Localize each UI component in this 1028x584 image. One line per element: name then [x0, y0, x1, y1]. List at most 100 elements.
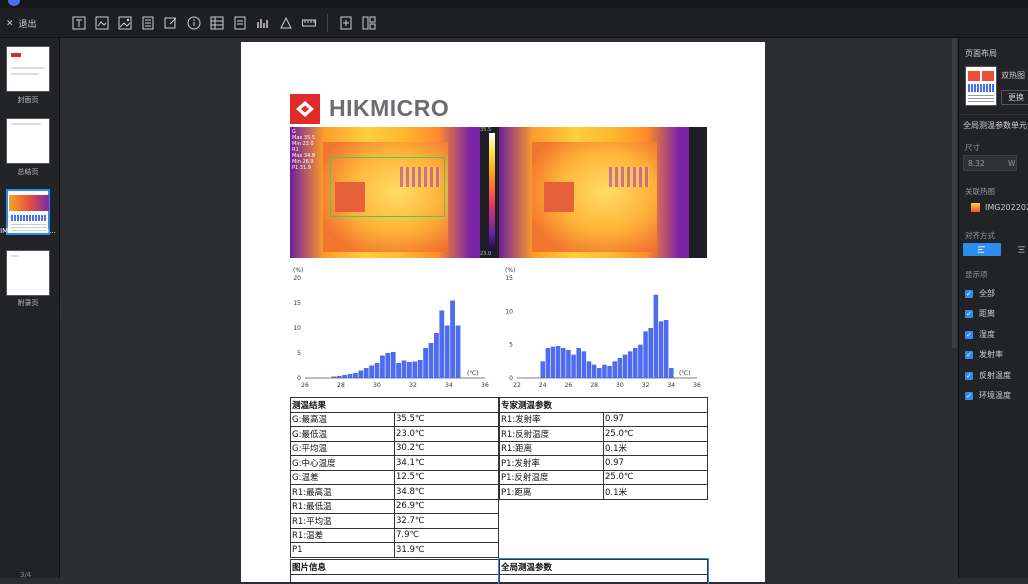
align-center-button[interactable] — [1015, 243, 1028, 256]
check-icon: ✓ — [965, 391, 973, 400]
global-unit-title: 全局测温参数单元 — [963, 121, 1027, 130]
info-icon[interactable] — [185, 14, 203, 32]
histogram-bar — [638, 344, 643, 378]
result-value: 34.1℃ — [394, 455, 499, 471]
divider — [959, 114, 1028, 115]
histogram-bar — [390, 352, 396, 378]
size-input[interactable]: 8.32 W — [963, 155, 1017, 171]
canvas-scrollbar[interactable] — [952, 38, 957, 348]
check-icon: ✓ — [965, 350, 973, 359]
option-all-checkbox[interactable]: ✓ 全部 — [965, 288, 995, 299]
page-thumbnail-panel: 封面页 总结页 IMG20220223... 附录页 3/4 — [0, 38, 60, 579]
histogram-bar — [566, 350, 571, 378]
linked-image-select[interactable]: IMG2022022 — [963, 200, 1028, 216]
list-icon[interactable] — [139, 14, 157, 32]
histogram-bar — [363, 368, 369, 378]
picture-icon[interactable] — [116, 14, 134, 32]
option-label: 发射率 — [979, 350, 1003, 359]
histogram-bar — [550, 346, 556, 378]
param-value: 0.1米 — [603, 440, 708, 456]
y-tick-label: 5 — [297, 350, 301, 357]
bar-chart-icon[interactable] — [254, 14, 272, 32]
thermal-image-2[interactable] — [499, 127, 689, 258]
page-thumbnail-appendix[interactable] — [6, 250, 50, 296]
result-label: G:最高温 — [290, 411, 395, 427]
change-layout-button[interactable]: 更换 — [1001, 90, 1028, 105]
x-tick-label: 30 — [616, 382, 624, 389]
text-tool-icon[interactable] — [70, 14, 88, 32]
add-page-icon[interactable] — [337, 14, 355, 32]
y-tick-label: 10 — [505, 308, 513, 315]
global-params-table[interactable]: 全局测温参数 — [498, 558, 709, 584]
scale-min-label: 23.0 — [480, 251, 492, 257]
results-table: 测温结果 G:最高温 35.5℃ G:最低温 23.0℃ G:平均温 30.2℃ G:… — [290, 397, 499, 558]
histogram-bar — [369, 365, 374, 378]
histogram-bar — [434, 333, 439, 378]
x-tick-label: 28 — [337, 382, 345, 389]
table-row: G:最低温 23.0℃ — [290, 426, 499, 442]
x-tick-label: 28 — [590, 382, 598, 389]
table-row: R1:最高温 34.8℃ — [290, 484, 499, 500]
toolbar-divider — [327, 14, 328, 32]
table-row: G:中心温度 34.1℃ — [290, 455, 499, 471]
option-humidity-checkbox[interactable]: ✓ 湿度 — [965, 329, 995, 340]
table-row: R1:最低温 26.9℃ — [290, 498, 499, 514]
overlay-line: P1 31.9 — [292, 165, 311, 171]
scale-bar-icon[interactable] — [300, 14, 318, 32]
param-label: P1:反射温度 — [499, 469, 604, 485]
histogram-bar — [353, 373, 358, 378]
image-frame-icon[interactable] — [93, 14, 111, 32]
option-distance-checkbox[interactable]: ✓ 距离 — [965, 308, 995, 319]
x-tick-label: 26 — [301, 382, 309, 389]
page-thumbnail-cover[interactable] — [6, 46, 50, 92]
triangle-icon[interactable] — [277, 14, 295, 32]
y-tick-label: 10 — [293, 325, 301, 332]
layout-preview[interactable] — [965, 66, 997, 106]
x-tick-label: 22 — [513, 382, 521, 389]
y-axis-unit: (%) — [505, 267, 515, 274]
histogram-bar — [342, 375, 347, 378]
result-label: R1:平均温 — [290, 513, 395, 529]
option-emissivity-checkbox[interactable]: ✓ 发射率 — [965, 349, 1003, 360]
x-axis-unit: (℃) — [679, 370, 690, 377]
option-ambient-temp-checkbox[interactable]: ✓ 环境温度 — [965, 390, 1011, 401]
histogram-bar — [347, 374, 353, 378]
x-tick-label: 32 — [642, 382, 650, 389]
result-label: G:平均温 — [290, 440, 395, 456]
check-icon: ✓ — [965, 309, 973, 318]
params-table-title: 专家测温参数 — [499, 397, 708, 413]
app-logo-icon — [8, 0, 20, 6]
layout-icon[interactable] — [360, 14, 378, 32]
table-row: P1 31.9℃ — [290, 542, 499, 558]
result-value: 34.8℃ — [394, 484, 499, 500]
page-label: 总结页 — [17, 168, 39, 176]
report-page: HIKMICRO G Max 35.5 Min 23.0 R1 Max 34.8… — [241, 42, 765, 584]
document-icon[interactable] — [231, 14, 249, 32]
page-thumbnail-summary[interactable] — [6, 118, 50, 164]
histogram-bar — [643, 331, 648, 378]
report-canvas: HIKMICRO G Max 35.5 Min 23.0 R1 Max 34.8… — [61, 38, 956, 584]
histogram-bar — [617, 358, 623, 378]
option-reflected-temp-checkbox[interactable]: ✓ 反射温度 — [965, 370, 1011, 381]
y-axis-unit: (%) — [293, 267, 303, 274]
option-label: 湿度 — [979, 330, 995, 339]
histogram-bar — [396, 363, 401, 378]
edit-icon[interactable] — [162, 14, 180, 32]
page-label: 附录页 — [17, 299, 39, 307]
linked-image-label: 关联热图 — [965, 187, 995, 196]
table-row: R1:平均温 32.7℃ — [290, 513, 499, 529]
table-icon[interactable] — [208, 14, 226, 32]
exit-button[interactable]: ✕ 退出 — [6, 17, 37, 31]
layout-title: 页面布局 — [965, 49, 997, 58]
linked-image-value: IMG2022022 — [985, 203, 1028, 212]
y-tick-label: 0 — [509, 375, 513, 382]
table-row: G:最高温 35.5℃ — [290, 411, 499, 427]
histogram-bar — [576, 348, 581, 378]
result-label: P1 — [290, 542, 395, 558]
align-left-button[interactable] — [963, 243, 1001, 256]
param-value: 0.97 — [603, 455, 708, 471]
table-row: P1:距离 0.1米 — [499, 484, 708, 500]
thermal-image-1[interactable]: G Max 35.5 Min 23.0 R1 Max 34.8 Min 26.9… — [290, 127, 480, 258]
x-tick-label: 34 — [667, 382, 675, 389]
align-label: 对齐方式 — [965, 231, 995, 240]
